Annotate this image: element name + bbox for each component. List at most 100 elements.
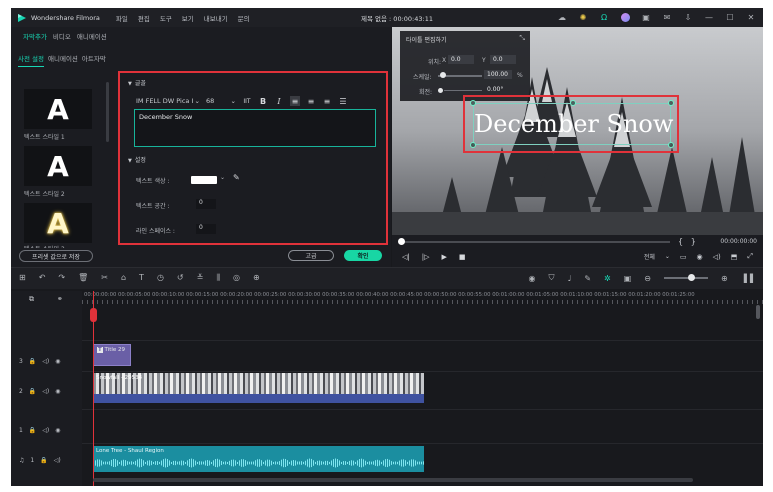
text-color-swatch[interactable]	[191, 176, 217, 184]
motion-icon[interactable]: ⊕	[253, 273, 260, 283]
visibility-icon[interactable]: ◉	[55, 358, 60, 365]
timeline-zoom-slider[interactable]	[663, 274, 708, 281]
visibility-icon[interactable]: ◉	[55, 427, 60, 434]
fullscreen-icon[interactable]: ⤢	[747, 252, 753, 261]
title-clip[interactable]: T Title 29	[93, 344, 131, 366]
position-x-input[interactable]: 0.0	[448, 55, 474, 64]
menu-edit[interactable]: 편집	[138, 13, 150, 23]
text-style-2-thumb[interactable]: A	[24, 146, 92, 186]
menu-export[interactable]: 내보내기	[204, 13, 228, 23]
shield-icon[interactable]: ⛉	[549, 273, 555, 283]
volume-icon[interactable]: ◁)	[713, 253, 721, 261]
tab-add-title[interactable]: 자막추가	[23, 31, 47, 41]
align-right-icon[interactable]: ≡	[322, 96, 332, 106]
menu-help[interactable]: 문의	[238, 13, 250, 23]
bold-button[interactable]: B	[258, 96, 268, 106]
render-icon[interactable]: ◉	[529, 274, 536, 283]
voiceover-icon[interactable]: ✎	[584, 274, 591, 283]
font-size-select[interactable]: 68 ⌄	[206, 97, 236, 105]
snapshot-icon[interactable]: ◉	[697, 253, 703, 261]
timeline-vertical-scrollbar[interactable]	[756, 305, 760, 319]
delete-icon[interactable]: 🗑	[78, 273, 88, 283]
rotate-slider-knob[interactable]	[438, 88, 443, 93]
mic-icon[interactable]: ♩	[568, 274, 572, 283]
close-icon[interactable]: ✕	[745, 11, 757, 23]
save-icon[interactable]: ▣	[640, 11, 652, 23]
lock-icon[interactable]: 🔒	[29, 388, 36, 395]
reverse-icon[interactable]: ↺	[177, 273, 184, 283]
video-clip[interactable]: Snowfall - 29534	[93, 373, 424, 403]
resize-handle[interactable]	[470, 100, 476, 106]
timeline-horizontal-scrollbar[interactable]	[93, 478, 693, 482]
position-y-input[interactable]: 0.0	[490, 55, 516, 64]
lock-icon[interactable]: 🔒	[29, 427, 36, 434]
minimize-icon[interactable]: —	[703, 11, 715, 23]
layout-icon[interactable]: ⊞	[19, 273, 26, 283]
align-center-icon[interactable]: ≡	[306, 96, 316, 106]
download-icon[interactable]: ⇩	[682, 11, 694, 23]
menu-tools[interactable]: 도구	[160, 13, 172, 23]
scale-slider-knob[interactable]	[440, 72, 446, 78]
fit-screen-icon[interactable]: ⬒	[731, 253, 738, 261]
panel-toggle-icon[interactable]: ▐▐	[741, 274, 753, 283]
italic-button[interactable]: I	[274, 96, 284, 106]
menu-file[interactable]: 파일	[116, 13, 128, 23]
audio-clip[interactable]: Lone Tree - Shaul Region	[93, 446, 424, 472]
mute-icon[interactable]: ◁)	[54, 457, 61, 464]
mark-in-out-icon[interactable]: { }	[678, 237, 696, 246]
audio-wave-icon[interactable]: ⫼	[216, 273, 220, 283]
chevron-down-icon[interactable]: ⌄	[220, 174, 225, 181]
maximize-icon[interactable]: ☐	[724, 11, 736, 23]
text-style-3-thumb[interactable]: A	[24, 203, 92, 243]
adjust-icon[interactable]: ≚	[197, 273, 204, 283]
font-family-select[interactable]: IM FELL DW Pica I ⌄	[136, 95, 200, 107]
undo-icon[interactable]: ↶	[39, 273, 46, 283]
timeline-ruler[interactable]: 00:00:00:00 00:00:05:00 00:00:10:00 00:0…	[82, 291, 763, 305]
speed-icon[interactable]: ◷	[157, 273, 164, 283]
monitor-icon[interactable]: ▭	[680, 253, 687, 261]
text-style-1-thumb[interactable]: A	[24, 89, 92, 129]
align-left-icon[interactable]: ≡	[290, 96, 300, 106]
style-list-scrollbar[interactable]	[106, 82, 109, 142]
quality-select[interactable]: 전체	[644, 252, 655, 261]
lock-icon[interactable]: 🔒	[29, 358, 36, 365]
menu-view[interactable]: 보기	[182, 13, 194, 23]
text-icon[interactable]: T	[139, 273, 144, 283]
resize-handle[interactable]	[668, 100, 674, 106]
ai-icon[interactable]: ✲	[604, 274, 611, 283]
play-icon[interactable]: ▶	[442, 253, 447, 261]
settings-section-header[interactable]: ▼ 설정	[128, 155, 146, 164]
font-section-header[interactable]: ▼ 글꼴	[128, 78, 146, 87]
subtab-art-text[interactable]: 아트자막	[82, 53, 106, 67]
chevron-down-icon[interactable]: ⌄	[665, 253, 670, 260]
add-track-icon[interactable]: ⧉	[29, 295, 34, 304]
title-bounding-box[interactable]: December Snow	[470, 100, 674, 148]
text-case-button[interactable]: IIT	[242, 96, 252, 106]
mute-icon[interactable]: ◁)	[42, 358, 49, 365]
save-preset-button[interactable]: 프리셋 값으로 저장	[19, 250, 93, 262]
cut-icon[interactable]: ✂	[101, 273, 108, 283]
resize-handle[interactable]	[668, 142, 674, 148]
scrubber-knob[interactable]	[398, 238, 405, 245]
tab-animation[interactable]: 애니메이션	[77, 31, 107, 41]
align-justify-icon[interactable]: ☰	[338, 96, 348, 106]
step-back-icon[interactable]: |▷	[422, 253, 430, 261]
link-icon[interactable]: ⚭	[57, 295, 63, 303]
cloud-icon[interactable]: ☁	[556, 11, 568, 23]
redo-icon[interactable]: ↷	[58, 273, 65, 283]
eyedropper-icon[interactable]: ✎	[233, 173, 240, 182]
title-text-input[interactable]: December Snow	[134, 109, 376, 147]
mail-icon[interactable]: ✉	[661, 11, 673, 23]
ok-button[interactable]: 확인	[344, 250, 382, 261]
rotate-handle[interactable]	[570, 100, 576, 106]
preview-scrubber[interactable]	[400, 241, 670, 243]
subtab-animation[interactable]: 애니메이션	[48, 53, 78, 67]
collapse-overlay-icon[interactable]: ⤡	[519, 34, 525, 43]
visibility-icon[interactable]: ◉	[55, 388, 60, 395]
playhead-handle[interactable]	[90, 308, 97, 322]
caption-icon[interactable]: ▣	[624, 274, 632, 283]
rotate-input[interactable]: 0.00°	[484, 85, 512, 94]
rotate-slider[interactable]	[444, 90, 482, 91]
tag-icon[interactable]: ⌂	[121, 273, 126, 283]
mute-icon[interactable]: ◁)	[42, 427, 49, 434]
